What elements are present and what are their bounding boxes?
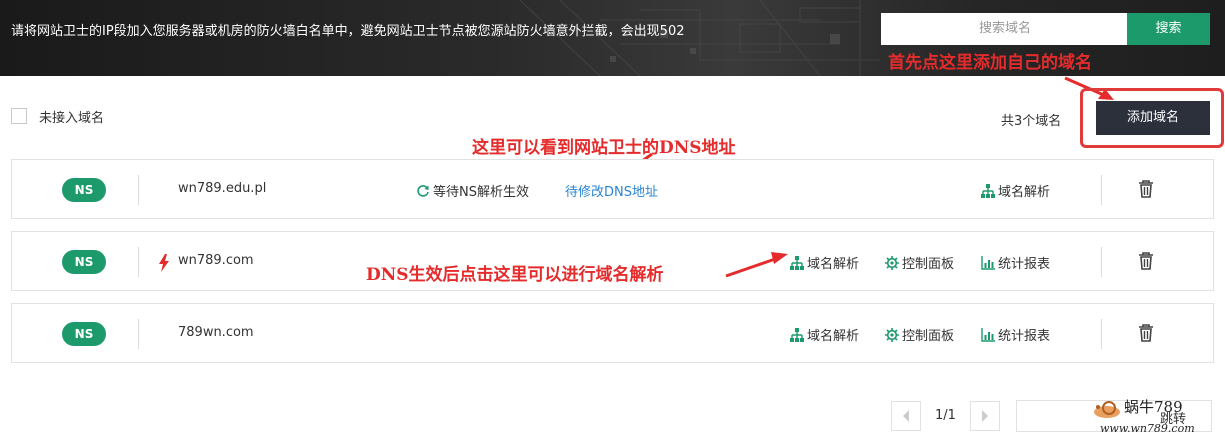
annotation-arrow-icon (725, 252, 788, 278)
sitemap-icon (790, 256, 804, 270)
domain-management-page: 请将网站卫士的IP段加入您服务器或机房的防火墙白名单中，避免网站卫士节点被您源站… (0, 0, 1225, 442)
gear-icon (885, 256, 899, 270)
stats-report-label: 统计报表 (998, 257, 1051, 272)
control-panel-button[interactable]: 控制面板 (885, 325, 954, 344)
gear-icon (885, 328, 899, 342)
stats-report-label: 统计报表 (998, 329, 1051, 344)
row-divider (1101, 319, 1102, 349)
dns-resolve-label: 域名解析 (807, 329, 860, 344)
ns-badge: NS (62, 322, 106, 346)
dns-resolve-button[interactable]: 域名解析 (981, 181, 1050, 200)
row-divider (1101, 247, 1102, 277)
firewall-notice: 请将网站卫士的IP段加入您服务器或机房的防火墙白名单中，避免网站卫士节点被您源站… (11, 24, 685, 39)
delete-trash-icon[interactable] (1138, 180, 1154, 198)
domain-row: NS 789wn.com 域名解析 控制面板 统计报表 (11, 303, 1214, 363)
search-input[interactable]: 搜索域名 (881, 13, 1129, 45)
ns-badge: NS (62, 250, 106, 274)
delete-trash-icon[interactable] (1138, 252, 1154, 270)
ns-status-text: 等待NS解析生效 (433, 185, 529, 200)
domain-name[interactable]: 789wn.com (178, 325, 254, 340)
row-divider (1101, 175, 1102, 205)
modify-dns-link[interactable]: 待修改DNS地址 (565, 181, 658, 200)
sitemap-icon (981, 184, 995, 198)
domain-row: NS wn789.edu.pl 等待NS解析生效 待修改DNS地址 域名解析 (11, 159, 1214, 219)
domain-name[interactable]: wn789.com (178, 253, 254, 268)
search-button[interactable]: 搜索 (1127, 13, 1210, 45)
bar-chart-icon (981, 328, 995, 342)
control-panel-label: 控制面板 (902, 257, 955, 272)
bar-chart-icon (981, 256, 995, 270)
row-divider (138, 247, 139, 277)
unconnected-domains-label: 未接入域名 (39, 111, 105, 126)
page-indicator: 1/1 (935, 408, 956, 423)
unconnected-domains-checkbox[interactable] (11, 108, 27, 124)
refresh-icon (417, 185, 429, 197)
annotation-add-domain: 首先点这里添加自己的域名 (888, 53, 1092, 73)
chevron-right-icon (982, 410, 988, 422)
ns-badge: NS (62, 178, 106, 202)
control-panel-button[interactable]: 控制面板 (885, 253, 954, 272)
annotation-after-dns: DNS生效后点击这里可以进行域名解析 (366, 260, 664, 285)
ns-status: 等待NS解析生效 (416, 181, 529, 200)
delete-trash-icon[interactable] (1138, 324, 1154, 342)
chevron-left-icon (903, 410, 909, 422)
stats-report-button[interactable]: 统计报表 (981, 253, 1050, 272)
watermark-name: 蜗牛789 (1124, 398, 1183, 416)
domain-count: 共3个域名 (1001, 114, 1062, 129)
dns-resolve-button[interactable]: 域名解析 (790, 325, 859, 344)
domain-name[interactable]: wn789.edu.pl (178, 181, 266, 196)
next-page-button[interactable] (970, 401, 1000, 431)
add-domain-button[interactable]: 添加域名 (1096, 101, 1210, 135)
dns-resolve-label: 域名解析 (807, 257, 860, 272)
lightning-icon (159, 254, 169, 272)
snail-logo-icon (1094, 401, 1120, 418)
control-panel-label: 控制面板 (902, 329, 955, 344)
watermark-site: www.wn789.com (1100, 422, 1195, 435)
sitemap-icon (790, 328, 804, 342)
row-divider (138, 175, 139, 205)
row-divider (138, 319, 139, 349)
dns-resolve-label: 域名解析 (998, 185, 1051, 200)
annotation-dns-address: 这里可以看到网站卫士的DNS地址 (472, 138, 736, 158)
stats-report-button[interactable]: 统计报表 (981, 325, 1050, 344)
dns-resolve-button[interactable]: 域名解析 (790, 253, 859, 272)
prev-page-button[interactable] (891, 401, 921, 431)
